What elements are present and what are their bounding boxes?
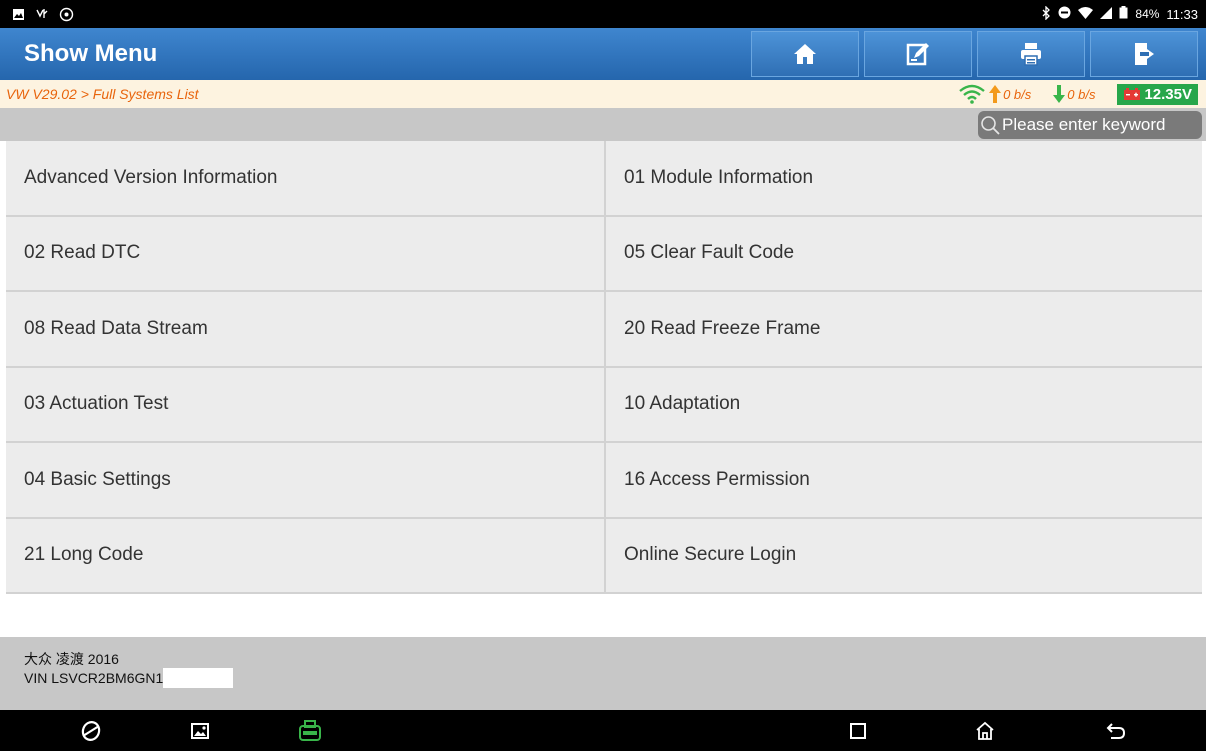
exit-button[interactable] <box>1090 31 1198 77</box>
navigation-bar <box>0 710 1206 751</box>
upload-speed: 0 b/s <box>1003 86 1032 102</box>
vin-redaction <box>163 668 234 688</box>
wifi-icon <box>1078 6 1094 22</box>
gallery-button[interactable] <box>187 718 213 744</box>
usb-icon <box>35 7 49 21</box>
upload-arrow-icon <box>989 85 1002 103</box>
breadcrumb-bar: VW V29.02 > Full Systems List 0 b/s 0 b/… <box>0 80 1206 108</box>
search-icon <box>981 116 1000 135</box>
search-bar: Please enter keyword <box>0 108 1206 141</box>
image-icon <box>12 8 25 21</box>
search-placeholder: Please enter keyword <box>1002 115 1166 134</box>
home-nav-button[interactable] <box>972 718 998 744</box>
dnd-icon <box>1058 6 1071 22</box>
edit-button[interactable] <box>864 31 972 77</box>
vci-icon <box>299 720 321 741</box>
menu-item[interactable]: 10 Adaptation <box>604 367 1202 443</box>
home-button[interactable] <box>751 31 859 77</box>
app-header: Show Menu <box>0 28 1206 80</box>
download-speed: 0 b/s <box>1067 86 1096 102</box>
voltage-badge: 12.35V <box>1117 83 1198 105</box>
clock: 11:33 <box>1166 6 1198 22</box>
bluetooth-icon <box>1041 4 1051 23</box>
home-icon <box>794 44 816 64</box>
page-title: Show Menu <box>24 40 158 67</box>
gallery-icon <box>191 723 209 739</box>
menu-item[interactable]: Online Secure Login <box>604 518 1202 594</box>
voltage-value: 12.35V <box>1144 85 1192 103</box>
menu-item[interactable]: 16 Access Permission <box>604 443 1202 519</box>
signal-icon <box>1100 6 1113 22</box>
vehicle-vin: VIN LSVCR2BM6GN1 <box>24 669 164 686</box>
menu-item[interactable]: 03 Actuation Test <box>6 367 604 443</box>
connection-status: 0 b/s 0 b/s 12.35V <box>959 83 1198 105</box>
menu-item[interactable]: 05 Clear Fault Code <box>604 216 1202 292</box>
print-icon <box>1021 43 1041 66</box>
search-input[interactable]: Please enter keyword <box>978 111 1202 139</box>
breadcrumb: VW V29.02 > Full Systems List <box>6 86 199 102</box>
status-bar: 84% 11:33 <box>0 0 1206 28</box>
browser-button[interactable] <box>78 718 104 744</box>
battery-icon <box>1119 6 1128 22</box>
menu-item[interactable]: 04 Basic Settings <box>6 443 604 519</box>
menu-item[interactable]: 21 Long Code <box>6 518 604 594</box>
vehicle-model: 大众 凌渡 2016 <box>24 651 119 667</box>
menu-item[interactable]: 01 Module Information <box>604 141 1202 217</box>
vci-button[interactable] <box>297 718 323 744</box>
menu-item[interactable]: 08 Read Data Stream <box>6 292 604 368</box>
battery-percent: 84% <box>1135 7 1160 21</box>
exit-icon <box>1135 43 1154 65</box>
download-arrow-icon <box>1053 85 1066 103</box>
recents-icon <box>850 723 866 739</box>
menu-item[interactable]: 02 Read DTC <box>6 216 604 292</box>
settings-icon <box>59 7 74 22</box>
menu-item[interactable]: 20 Read Freeze Frame <box>604 292 1202 368</box>
back-button[interactable] <box>1103 718 1129 744</box>
edit-icon <box>906 43 929 66</box>
wifi-signal-icon <box>959 84 985 104</box>
print-button[interactable] <box>977 31 1085 77</box>
home-nav-icon <box>976 721 994 740</box>
recents-button[interactable] <box>845 718 871 744</box>
menu-grid: Advanced Version Information 01 Module I… <box>6 141 1202 594</box>
menu-item[interactable]: Advanced Version Information <box>6 141 604 217</box>
browser-icon <box>81 721 101 741</box>
back-icon <box>1106 723 1126 739</box>
vehicle-info: 大众 凌渡 2016 VIN LSVCR2BM6GN1 <box>0 637 1206 710</box>
car-battery-icon <box>1124 88 1141 100</box>
